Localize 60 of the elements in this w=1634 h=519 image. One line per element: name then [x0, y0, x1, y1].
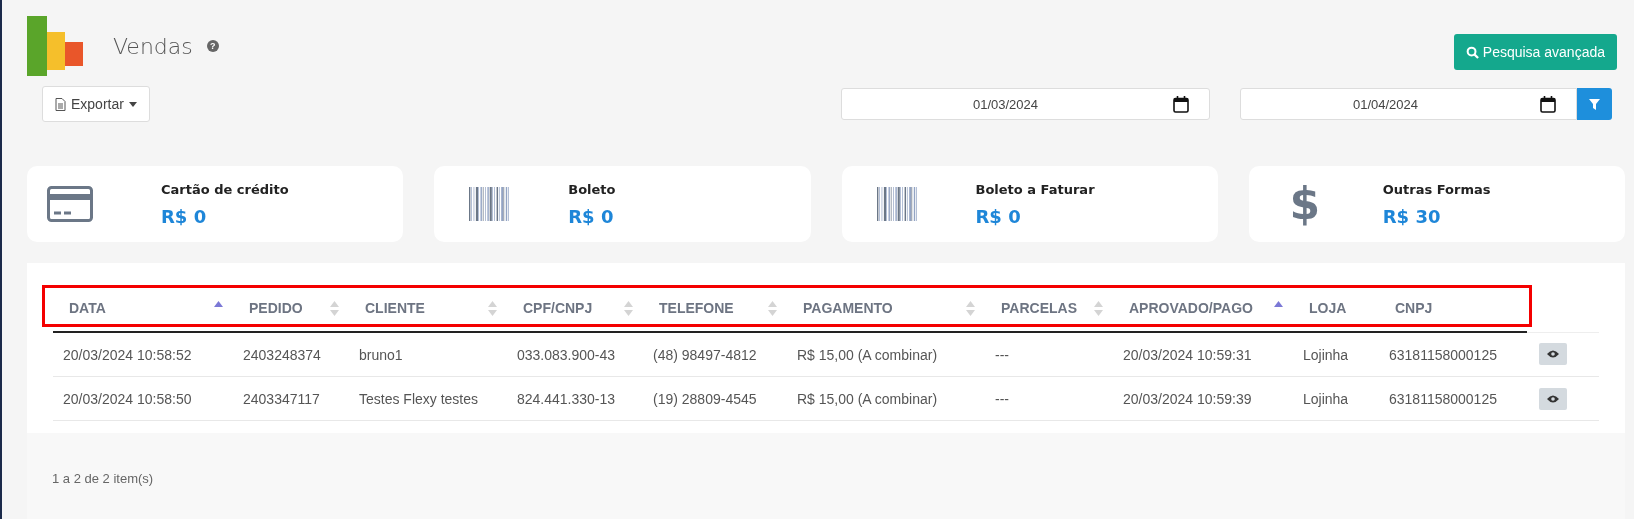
table-cell: --- [995, 346, 1009, 363]
table-cell: (48) 98497-4812 [653, 346, 757, 363]
table-cell: 63181158000125 [1389, 346, 1497, 363]
help-icon[interactable]: ? [206, 40, 219, 52]
pagination-summary: 1 a 2 de 2 item(s) [52, 470, 154, 486]
table-cell: 2403248374 [243, 346, 321, 363]
table-cell: --- [995, 390, 1009, 407]
filter-icon [1589, 98, 1600, 110]
column-header[interactable]: PAGAMENTO [803, 300, 893, 316]
table-cell: bruno1 [359, 346, 403, 363]
view-button[interactable] [1539, 387, 1567, 410]
table-cell: 20/03/2024 10:58:50 [63, 390, 192, 407]
table-cell: Lojinha [1303, 346, 1349, 363]
card-value: R$ 30 [1382, 205, 1442, 227]
column-header[interactable]: APROVADO/PAGO [1129, 300, 1253, 316]
column-header[interactable]: CPF/CNPJ [523, 300, 593, 316]
table-cell: 20/03/2024 10:59:39 [1123, 390, 1252, 407]
card-label: Outras Formas [1382, 181, 1491, 197]
caret-icon [128, 101, 137, 107]
table-cell: R$ 15,00 (A combinar) [797, 346, 938, 363]
column-header[interactable]: CLIENTE [365, 300, 425, 316]
document-icon [55, 97, 66, 111]
table-cell: Testes Flexy testes [359, 390, 479, 407]
credit-card-icon [47, 186, 93, 222]
card-value: R$ 0 [975, 205, 1022, 227]
table-cell: Lojinha [1303, 390, 1349, 407]
column-header[interactable]: PARCELAS [1001, 300, 1077, 316]
table-cell: (19) 28809-4545 [653, 390, 757, 407]
calendar-icon[interactable] [1173, 95, 1189, 113]
search-icon [1465, 45, 1479, 59]
card-label: Boleto a Faturar [975, 181, 1095, 197]
column-header[interactable]: TELEFONE [659, 300, 734, 316]
card-value: R$ 0 [161, 205, 208, 227]
export-button[interactable]: Exportar [42, 86, 150, 122]
eye-icon [1547, 394, 1559, 403]
column-header[interactable]: PEDIDO [249, 300, 303, 316]
table-cell: 824.441.330-13 [517, 390, 616, 407]
page-title: Vendas [113, 33, 193, 59]
table-cell: 033.083.900-43 [517, 346, 616, 363]
column-header[interactable]: CNPJ [1395, 300, 1433, 316]
calendar-icon[interactable] [1540, 95, 1556, 113]
column-header[interactable]: DATA [69, 300, 106, 316]
table-cell: 20/03/2024 10:59:31 [1123, 346, 1252, 363]
table-cell: 2403347117 [243, 390, 320, 407]
table-cell: 20/03/2024 10:58:52 [63, 346, 192, 363]
date-field[interactable]: 01/03/2024 [841, 88, 1210, 120]
filter-button[interactable] [1577, 88, 1612, 120]
dollar-icon: $ [1289, 182, 1321, 226]
barcode-icon [469, 187, 512, 221]
advanced-search-button[interactable]: Pesquisa avançada [1453, 34, 1617, 70]
eye-icon [1547, 350, 1559, 359]
card-label: Cartão de crédito [161, 181, 289, 197]
table-cell: 63181158000125 [1389, 390, 1497, 407]
date-field[interactable]: 01/04/2024 [1240, 88, 1577, 120]
view-button[interactable] [1539, 343, 1567, 366]
column-header[interactable]: LOJA [1309, 300, 1347, 316]
table-cell: R$ 15,00 (A combinar) [797, 390, 938, 407]
card-value: R$ 0 [568, 205, 615, 227]
card-label: Boleto [568, 181, 616, 197]
barcode-icon [876, 187, 919, 221]
